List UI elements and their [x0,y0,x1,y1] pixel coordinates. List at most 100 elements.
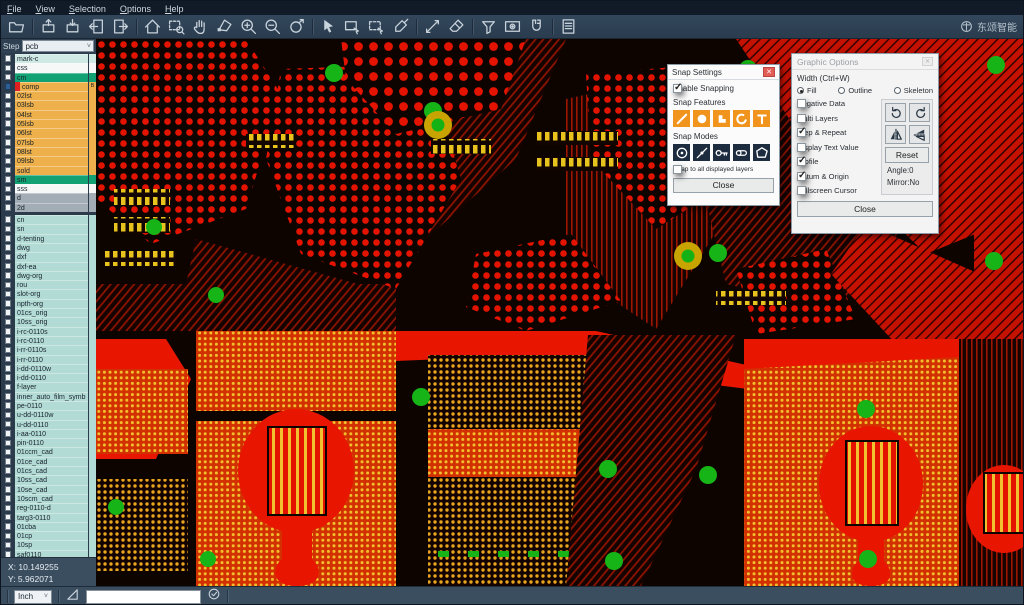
snap-point-button[interactable] [693,144,710,161]
layer-visibility-checkbox[interactable] [5,74,12,81]
layer-row[interactable]: 10ss_orig [1,317,96,326]
eraser-button[interactable] [447,17,466,36]
option-fullscreen-cursor[interactable]: Fullscreen Cursor [797,186,877,195]
zoom-in-button[interactable] [239,17,258,36]
layer-row[interactable]: 03lsb [1,100,96,109]
magnet-snap-button[interactable] [527,17,546,36]
layer-visibility-checkbox[interactable] [5,300,12,307]
layer-row[interactable]: 06lst [1,128,96,137]
layer-visibility-checkbox[interactable] [5,384,12,391]
layer-row[interactable]: 10se_cad [1,485,96,494]
rotate-ccw-button[interactable] [909,103,930,122]
snap-close-button[interactable]: Close [673,178,774,193]
layer-visibility-checkbox[interactable] [5,309,12,316]
layer-row[interactable]: dxf [1,252,96,261]
snap-all-layers-checkbox[interactable] [673,165,682,174]
layer-visibility-checkbox[interactable] [5,226,12,233]
layer-row[interactable]: 08lst [1,147,96,156]
layer-row[interactable]: targ3-0110 [1,513,96,522]
menu-help[interactable]: Help [165,4,184,14]
layer-visibility-checkbox[interactable] [5,365,12,372]
layer-visibility-checkbox[interactable] [5,254,12,261]
layer-visibility-checkbox[interactable] [5,477,12,484]
layer-row[interactable]: 01cs_cad [1,466,96,475]
layer-row[interactable]: cn [1,215,96,224]
layer-row[interactable]: 09lsb [1,156,96,165]
menu-selection[interactable]: Selection [69,4,106,14]
brush-button[interactable] [391,17,410,36]
option-multi-layers[interactable]: Multi Layers [797,114,877,123]
layer-row[interactable]: pe-0110 [1,401,96,410]
set-square-icon[interactable] [65,587,80,605]
layer-row[interactable]: saf0110 [1,550,96,557]
layer-visibility-checkbox[interactable] [5,216,12,223]
layer-visibility-checkbox[interactable] [5,495,12,502]
snap-text-button[interactable] [753,110,770,127]
layer-row[interactable]: i-rc-0110 [1,336,96,345]
layer-visibility-checkbox[interactable] [5,272,12,279]
layer-visibility-checkbox[interactable] [5,533,12,540]
snap-arc-button[interactable] [733,110,750,127]
layer-row[interactable]: 10scm_cad [1,494,96,503]
layer-row[interactable]: d-tenting [1,234,96,243]
layer-visibility-checkbox[interactable] [5,356,12,363]
layer-visibility-checkbox[interactable] [5,102,12,109]
option-datum-origin[interactable]: Datum & Origin [797,172,877,181]
layer-row[interactable]: dwg [1,243,96,252]
layer-visibility-checkbox[interactable] [5,55,12,62]
layer-row[interactable]: sold [1,166,96,175]
mirror-vertical-button[interactable] [909,125,930,144]
layer-visibility-checkbox[interactable] [5,139,12,146]
layer-visibility-checkbox[interactable] [5,235,12,242]
layer-row[interactable]: rou [1,280,96,289]
layer-row[interactable]: dwg-org [1,271,96,280]
layer-visibility-checkbox[interactable] [5,120,12,127]
close-icon[interactable]: ✕ [922,57,933,66]
snap-pad-button[interactable] [693,110,710,127]
option-display-text-value[interactable]: Display Text Value [797,143,877,152]
radio-fill[interactable]: Fill [797,86,817,95]
layer-visibility-checkbox[interactable] [5,204,12,211]
layer-row[interactable]: i-dd-0110 [1,373,96,382]
enable-snapping-checkbox[interactable] [673,84,682,93]
layer-visibility-checkbox[interactable] [5,291,12,298]
layer-visibility-checkbox[interactable] [5,505,12,512]
export-job-button[interactable] [63,17,82,36]
layer-visibility-checkbox[interactable] [5,449,12,456]
layer-row[interactable]: i-dd-0110w [1,364,96,373]
layer-visibility-checkbox[interactable] [5,440,12,447]
layer-visibility-checkbox[interactable] [5,551,12,557]
zoom-out-button[interactable] [263,17,282,36]
zoom-select-button[interactable] [167,17,186,36]
layer-visibility-checkbox[interactable] [5,430,12,437]
snap-settings-titlebar[interactable]: Snap Settings ✕ [668,65,779,80]
option-negative-data[interactable]: Negative Data [797,99,877,108]
rotate-cw-button[interactable] [885,103,906,122]
radio-outline[interactable]: Outline [838,86,872,95]
group-select-button[interactable] [367,17,386,36]
layer-visibility-checkbox[interactable] [5,337,12,344]
layer-visibility-checkbox[interactable] [5,176,12,183]
layer-visibility-checkbox[interactable] [5,393,12,400]
layer-visibility-checkbox[interactable] [5,486,12,493]
import-job-button[interactable] [39,17,58,36]
filter-button[interactable] [479,17,498,36]
layer-row[interactable]: npth-org [1,299,96,308]
layer-row[interactable]: 01ce_cad [1,457,96,466]
layer-row[interactable]: 07lsb [1,138,96,147]
page-next-button[interactable] [111,17,130,36]
layer-row[interactable]: 02lst [1,91,96,100]
snap-key-button[interactable] [713,144,730,161]
layer-visibility-checkbox[interactable] [5,412,12,419]
layer-visibility-checkbox[interactable] [5,148,12,155]
view-eye-button[interactable] [503,17,522,36]
layer-row[interactable]: cm [1,73,96,82]
option-step-repeat[interactable]: Step & Repeat [797,128,877,137]
graphic-options-titlebar[interactable]: Graphic Options ✕ [792,54,938,70]
snap-slot-button[interactable] [733,144,750,161]
layer-visibility-checkbox[interactable] [5,523,12,530]
menu-view[interactable]: View [36,4,55,14]
graphic-options-close-button[interactable]: Close [797,201,933,217]
layer-visibility-checkbox[interactable] [5,421,12,428]
snap-contour-button[interactable] [753,144,770,161]
